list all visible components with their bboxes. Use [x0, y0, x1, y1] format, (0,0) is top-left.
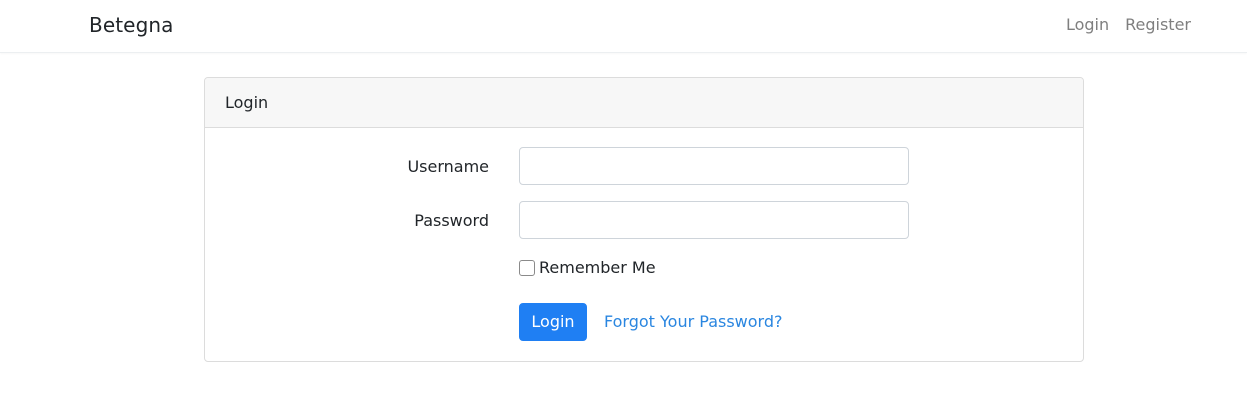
login-card: Login Username Password Remember Me Logi…: [204, 77, 1084, 362]
remember-me-label[interactable]: Remember Me: [539, 257, 656, 279]
nav-register-link[interactable]: Register: [1125, 14, 1191, 36]
nav-links: Login Register: [1066, 14, 1191, 36]
username-label: Username: [407, 157, 489, 176]
forgot-password-link[interactable]: Forgot Your Password?: [604, 311, 783, 333]
login-button[interactable]: Login: [519, 303, 587, 341]
password-label: Password: [414, 211, 489, 230]
remember-me-row: Remember Me: [519, 257, 656, 279]
username-input[interactable]: [519, 147, 909, 185]
nav-login-link[interactable]: Login: [1066, 14, 1109, 36]
brand-logo[interactable]: Betegna: [89, 12, 174, 38]
card-header: Login: [205, 78, 1083, 128]
remember-me-checkbox[interactable]: [519, 260, 535, 276]
navbar: Betegna Login Register: [0, 0, 1247, 53]
password-input[interactable]: [519, 201, 909, 239]
